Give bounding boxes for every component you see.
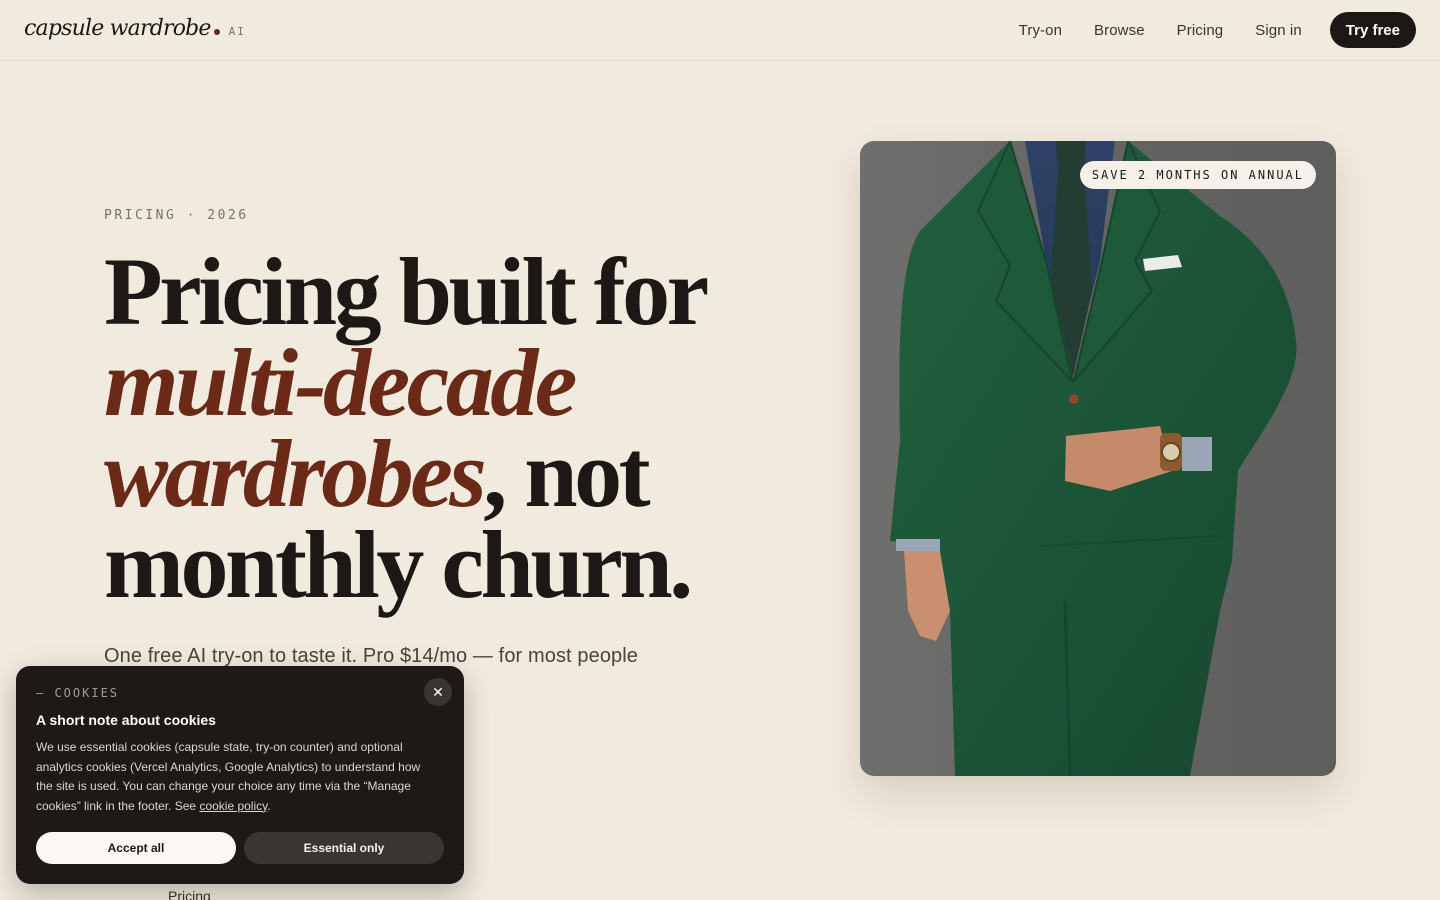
cookie-policy-link[interactable]: cookie policy [199, 799, 267, 813]
hero-photo-suit: SAVE 2 MONTHS ON ANNUAL [860, 141, 1336, 776]
close-icon[interactable]: ✕ [424, 678, 452, 706]
logo-wordmark: capsule wardrobe [24, 16, 211, 41]
logo[interactable]: capsule wardrobe AI [24, 16, 246, 41]
essential-only-button[interactable]: Essential only [244, 832, 444, 864]
cookie-banner: — COOKIES ✕ A short note about cookies W… [16, 666, 464, 884]
obscured-pricing-link[interactable]: Pricing [168, 888, 211, 900]
suit-illustration [890, 141, 1297, 776]
top-nav-bar: capsule wardrobe AI Try-on Browse Pricin… [0, 0, 1440, 61]
cookie-eyebrow: — COOKIES [36, 686, 120, 700]
accept-all-button[interactable]: Accept all [36, 832, 236, 864]
hero-headline: Pricing built for multi-decade wardrobes… [104, 244, 744, 613]
logo-dot-icon [213, 29, 220, 35]
main-nav: Try-on Browse Pricing Sign in Try free [1019, 12, 1416, 48]
nav-link-sign-in[interactable]: Sign in [1255, 22, 1302, 39]
cookie-body-end: . [267, 798, 271, 813]
nav-link-pricing[interactable]: Pricing [1177, 22, 1224, 39]
save-annual-badge: SAVE 2 MONTHS ON ANNUAL [1079, 161, 1316, 189]
hero-subtitle: One free AI try-on to taste it. Pro $14/… [104, 645, 639, 667]
hero-eyebrow: PRICING · 2026 [104, 208, 249, 223]
try-free-button[interactable]: Try free [1329, 12, 1416, 48]
nav-link-try-on[interactable]: Try-on [1019, 22, 1062, 39]
headline-line-4: monthly churn. [104, 511, 693, 618]
nav-link-browse[interactable]: Browse [1094, 22, 1145, 39]
cookie-body: We use essential cookies (capsule state,… [36, 738, 436, 816]
logo-ai-suffix: AI [228, 25, 246, 38]
cookie-title: A short note about cookies [36, 712, 216, 728]
